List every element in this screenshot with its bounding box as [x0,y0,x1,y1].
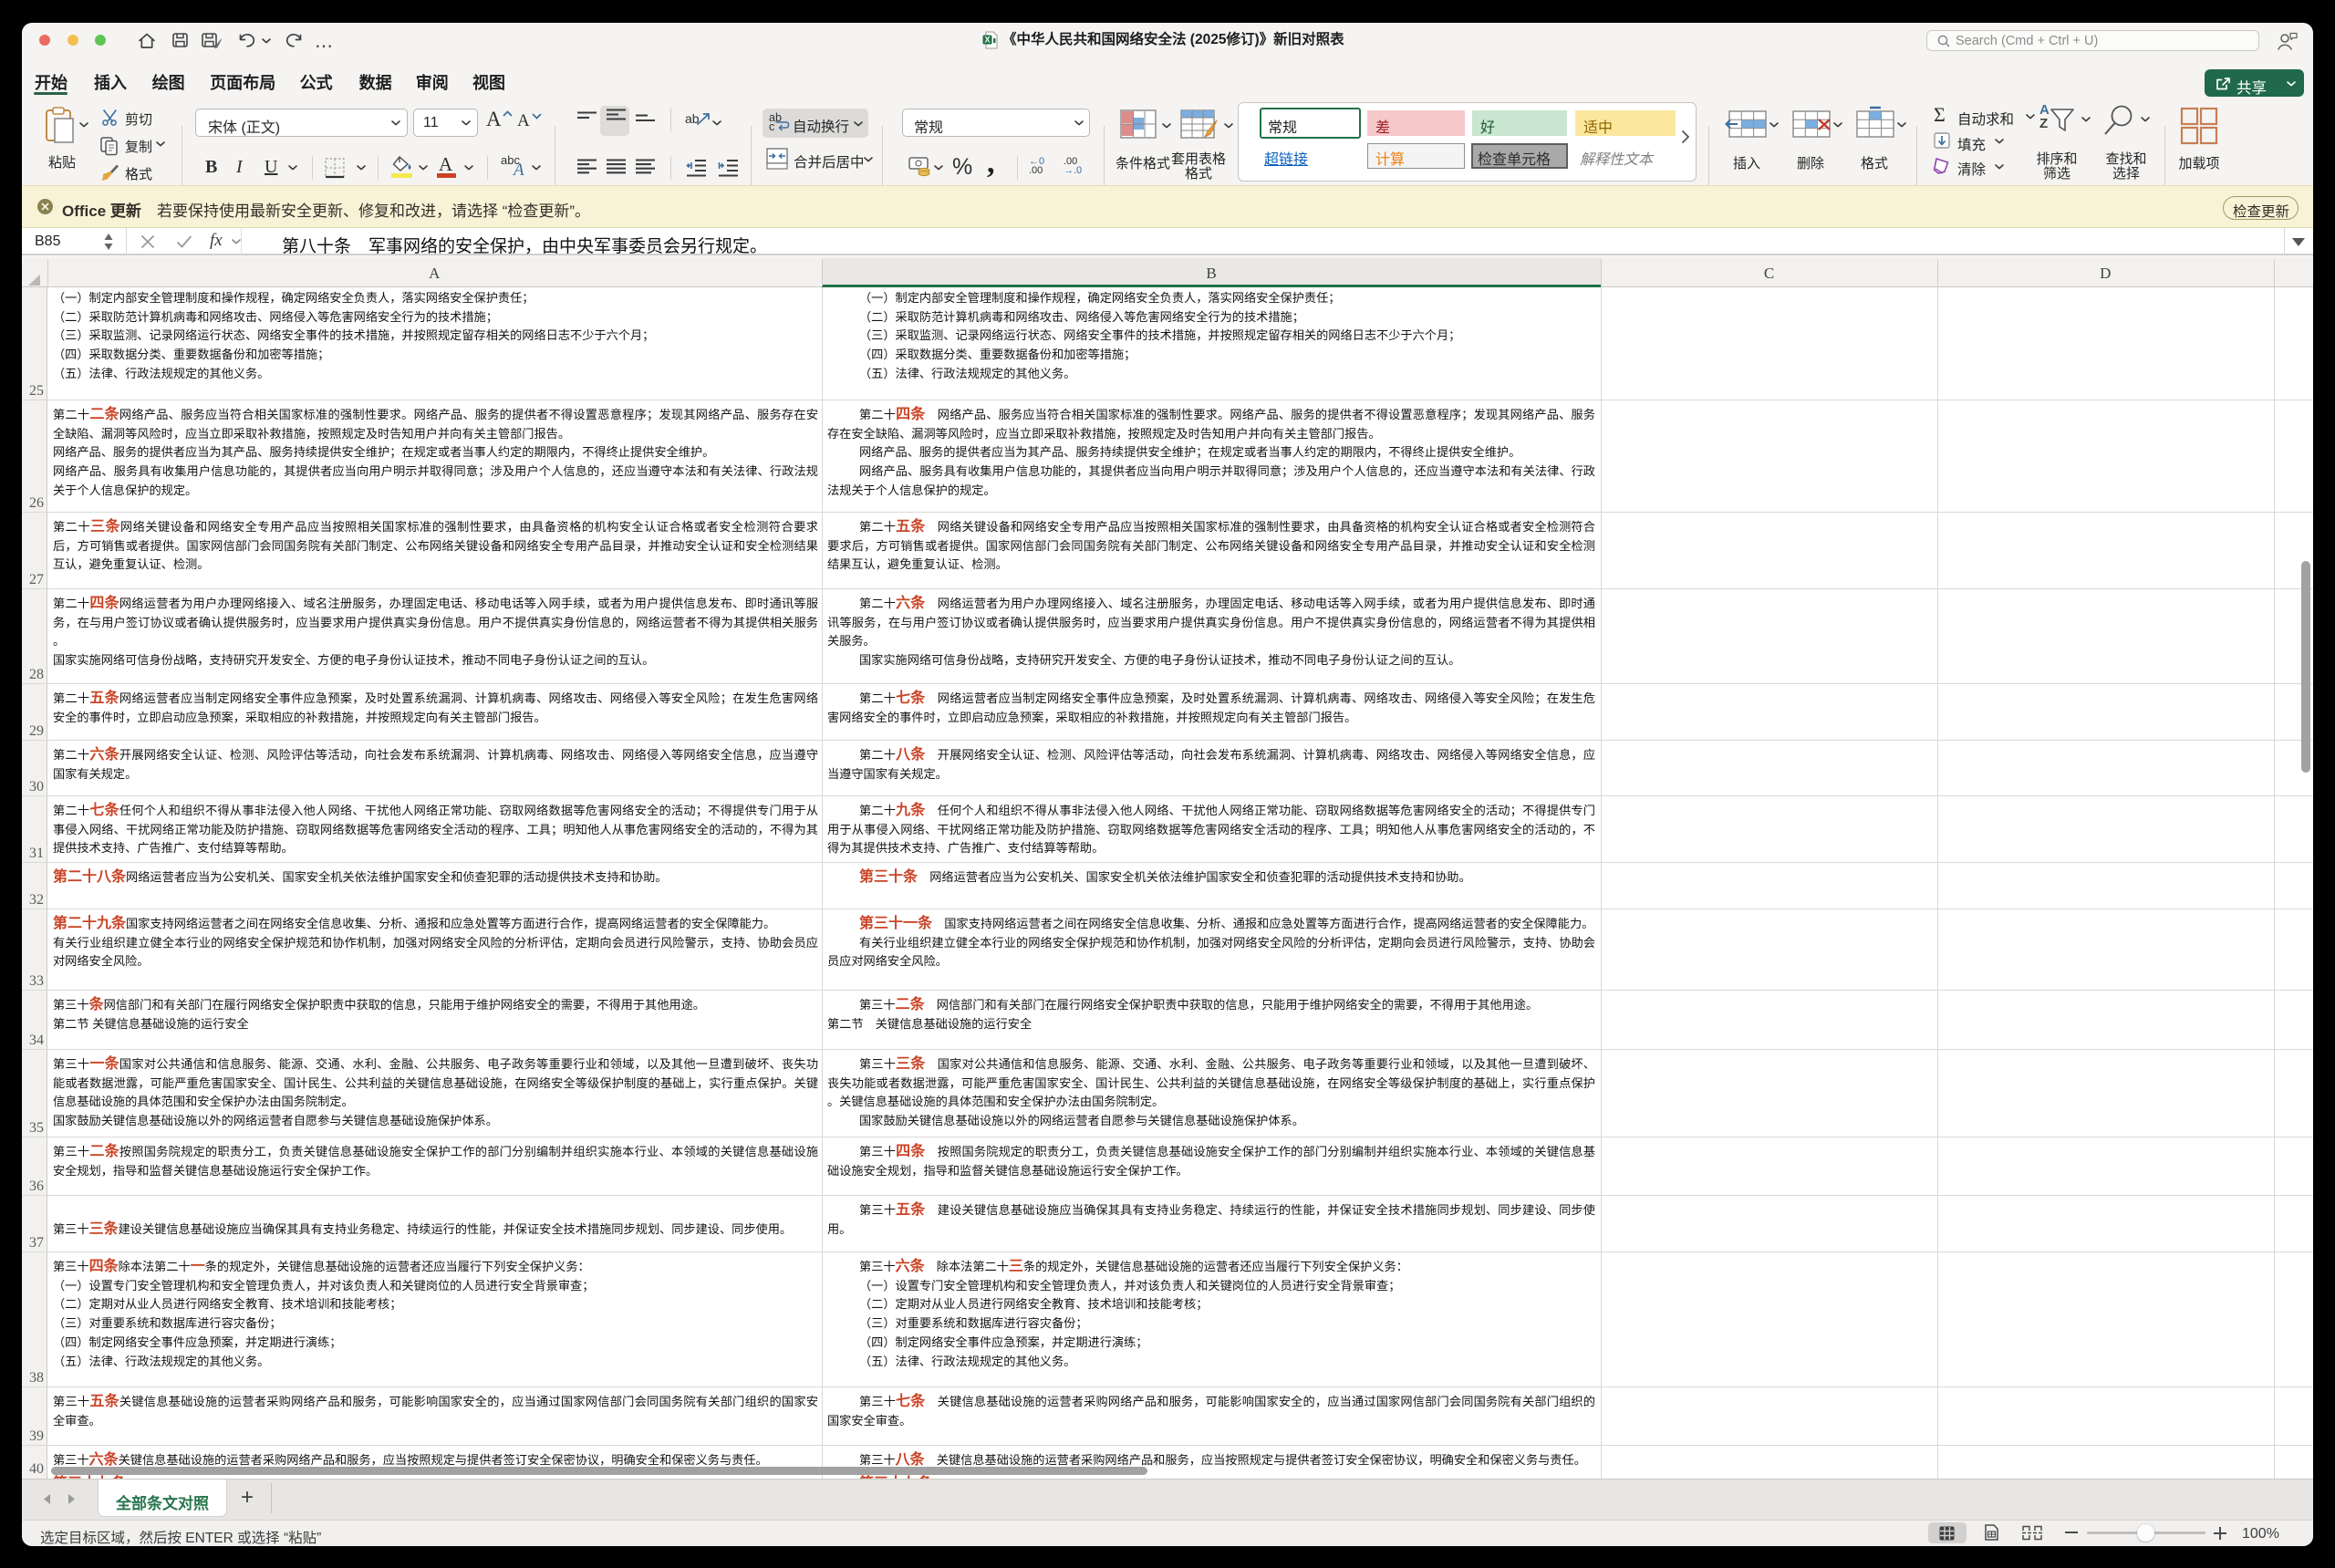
svg-text:X: X [984,36,990,45]
